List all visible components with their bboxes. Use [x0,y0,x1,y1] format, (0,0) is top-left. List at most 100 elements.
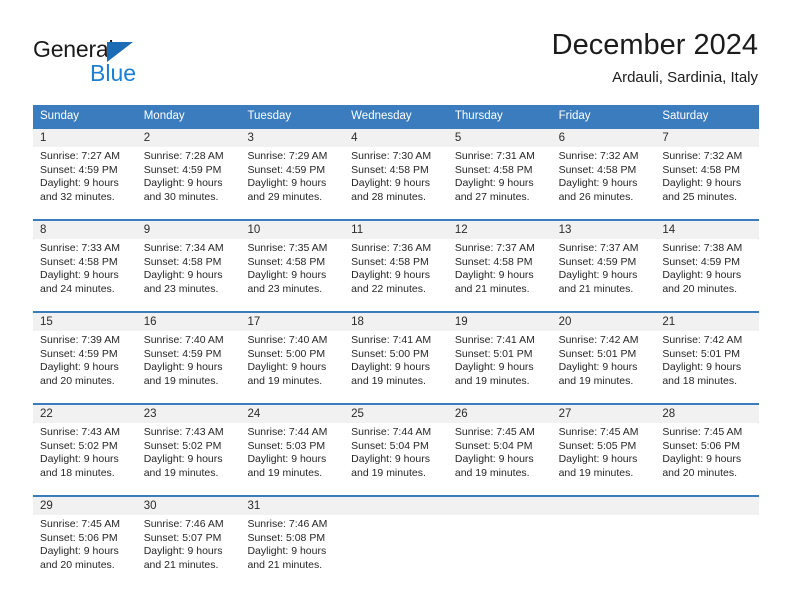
calendar-day-cell[interactable]: 30 Sunrise: 7:46 AM Sunset: 5:07 PM Dayligh… [136,497,241,579]
calendar-day-cell[interactable]: 28 Sunrise: 7:45 AM Sunset: 5:06 PM Dayligh… [655,405,760,487]
calendar-day-cell[interactable]: 21 Sunrise: 7:42 AM Sunset: 5:01 PM Dayligh… [655,313,760,395]
day-detail-line: Daylight: 9 hours [143,177,223,190]
calendar-week-row: 15 Sunrise: 7:39 AM Sunset: 4:59 PM Dayligh… [33,311,760,395]
day-detail-line: and 24 minutes. [40,282,115,295]
day-detail-line: Sunrise: 7:30 AM [351,150,432,162]
day-details [655,515,759,518]
calendar-day-cell[interactable]: 31 Sunrise: 7:46 AM Sunset: 5:08 PM Dayligh… [240,497,345,579]
calendar-day-cell[interactable]: 19 Sunrise: 7:41 AM Sunset: 5:01 PM Dayligh… [447,313,552,395]
calendar-week-row: 22 Sunrise: 7:43 AM Sunset: 5:02 PM Dayligh… [33,403,760,487]
day-number: 18 [344,313,448,331]
day-detail-line: Sunrise: 7:41 AM [351,334,432,346]
day-detail-line: and 19 minutes. [143,374,219,387]
calendar-day-cell[interactable]: 7 Sunrise: 7:32 AM Sunset: 4:58 PM Daylight… [655,129,760,211]
calendar-day-cell[interactable]: 26 Sunrise: 7:45 AM Sunset: 5:04 PM Dayligh… [447,405,552,487]
day-detail-line: and 20 minutes. [662,466,738,479]
calendar-day-cell[interactable]: 2 Sunrise: 7:28 AM Sunset: 4:59 PM Daylight… [136,129,241,211]
calendar-weeks: 1 Sunrise: 7:27 AM Sunset: 4:59 PM Daylight… [33,129,760,579]
calendar-day-cell[interactable]: 27 Sunrise: 7:45 AM Sunset: 5:05 PM Dayligh… [551,405,656,487]
day-detail-line: Sunrise: 7:44 AM [247,426,328,438]
calendar-day-cell[interactable]: 11 Sunrise: 7:36 AM Sunset: 4:58 PM Dayligh… [344,221,448,303]
day-detail-line: and 19 minutes. [454,466,530,479]
day-detail-line: Sunset: 5:02 PM [40,439,118,452]
weekday-header-friday: Friday [558,110,591,122]
day-detail-line: Sunset: 5:07 PM [143,531,222,544]
calendar-day-cell[interactable]: 1 Sunrise: 7:27 AM Sunset: 4:59 PM Daylight… [33,129,137,211]
day-number: 5 [447,129,552,147]
calendar-day-cell[interactable]: 4 Sunrise: 7:30 AM Sunset: 4:58 PM Daylight… [344,129,448,211]
day-details [344,515,448,518]
day-detail-line: Sunrise: 7:42 AM [662,334,743,346]
day-detail-line: Daylight: 9 hours [351,453,430,466]
day-detail-line: Sunset: 5:05 PM [558,439,637,452]
day-detail-line: and 22 minutes. [351,282,426,295]
day-detail-line: Daylight: 9 hours [143,269,223,282]
day-number: 9 [136,221,241,239]
calendar-day-cell[interactable]: 25 Sunrise: 7:44 AM Sunset: 5:04 PM Dayligh… [344,405,448,487]
day-detail-line: Sunrise: 7:27 AM [40,150,120,162]
day-details: Sunrise: 7:29 AM Sunset: 4:59 PM Daylight:… [240,147,344,204]
day-number: 25 [344,405,448,423]
day-detail-line: and 23 minutes. [247,282,323,295]
day-details: Sunrise: 7:28 AM Sunset: 4:59 PM Daylight:… [137,147,241,204]
calendar-day-cell[interactable]: 13 Sunrise: 7:37 AM Sunset: 4:59 PM Dayligh… [551,221,656,303]
day-detail-line: Sunset: 5:01 PM [454,347,533,360]
day-number: 12 [447,221,552,239]
calendar-day-cell[interactable]: 22 Sunrise: 7:43 AM Sunset: 5:02 PM Dayligh… [33,405,137,487]
calendar-day-cell[interactable]: 18 Sunrise: 7:41 AM Sunset: 5:00 PM Dayligh… [344,313,448,395]
calendar-day-cell[interactable]: 14 Sunrise: 7:38 AM Sunset: 4:59 PM Dayligh… [655,221,760,303]
day-detail-line: Sunrise: 7:41 AM [454,334,535,346]
day-detail-line: and 29 minutes. [247,190,323,203]
calendar-day-cell[interactable]: 6 Sunrise: 7:32 AM Sunset: 4:58 PM Daylight… [551,129,656,211]
page-title: December 2024 [551,29,758,61]
weekday-header-tuesday: Tuesday [247,110,292,122]
day-number: 14 [655,221,760,239]
day-detail-line: and 32 minutes. [40,190,115,203]
day-number: 29 [33,497,137,515]
calendar-week-row: 29 Sunrise: 7:45 AM Sunset: 5:06 PM Dayligh… [33,495,760,579]
day-detail-line: Sunrise: 7:39 AM [40,334,120,346]
day-detail-line: Sunrise: 7:31 AM [454,150,535,162]
calendar-day-cell[interactable]: 20 Sunrise: 7:42 AM Sunset: 5:01 PM Dayligh… [551,313,656,395]
day-detail-line: Sunset: 4:58 PM [247,255,326,268]
day-detail-line: and 19 minutes. [558,466,634,479]
day-number: 22 [33,405,137,423]
day-detail-line: Sunset: 5:06 PM [40,531,118,544]
calendar-day-cell[interactable]: 8 Sunrise: 7:33 AM Sunset: 4:58 PM Daylight… [33,221,137,303]
calendar-day-cell[interactable]: 23 Sunrise: 7:43 AM Sunset: 5:02 PM Dayligh… [136,405,241,487]
day-number [551,497,656,515]
day-detail-line: Sunrise: 7:44 AM [351,426,432,438]
weekday-header-thursday: Thursday [454,110,503,122]
day-detail-line: Sunrise: 7:42 AM [558,334,639,346]
day-number [655,497,760,515]
day-detail-line: Daylight: 9 hours [558,361,638,374]
day-detail-line: Sunset: 4:59 PM [40,163,118,176]
calendar-day-cell[interactable]: 9 Sunrise: 7:34 AM Sunset: 4:58 PM Daylight… [136,221,241,303]
day-detail-line: Daylight: 9 hours [558,453,638,466]
logo-triangle-icon [107,42,133,62]
day-detail-line: Sunset: 5:03 PM [247,439,326,452]
day-detail-line: Daylight: 9 hours [247,269,327,282]
day-details [552,515,656,518]
day-detail-line: and 20 minutes. [40,374,115,387]
day-detail-line: Daylight: 9 hours [351,361,430,374]
calendar-day-cell[interactable]: 12 Sunrise: 7:37 AM Sunset: 4:58 PM Dayligh… [447,221,552,303]
day-detail-line: Sunrise: 7:43 AM [40,426,120,438]
calendar-day-cell[interactable]: 10 Sunrise: 7:35 AM Sunset: 4:58 PM Dayligh… [240,221,345,303]
day-details: Sunrise: 7:34 AM Sunset: 4:58 PM Daylight:… [137,239,241,296]
logo-text-blue: Blue [90,60,137,86]
day-details: Sunrise: 7:43 AM Sunset: 5:02 PM Daylight:… [137,423,241,480]
calendar-day-cell[interactable]: 5 Sunrise: 7:31 AM Sunset: 4:58 PM Daylight… [447,129,552,211]
day-number: 2 [136,129,241,147]
day-number [447,497,552,515]
calendar-day-cell[interactable]: 29 Sunrise: 7:45 AM Sunset: 5:06 PM Dayligh… [33,497,137,579]
day-number: 27 [551,405,656,423]
day-detail-line: Daylight: 9 hours [40,453,119,466]
calendar-day-cell[interactable]: 17 Sunrise: 7:40 AM Sunset: 5:00 PM Dayligh… [240,313,345,395]
calendar-day-cell[interactable]: 24 Sunrise: 7:44 AM Sunset: 5:03 PM Dayligh… [240,405,345,487]
calendar-day-cell[interactable]: 15 Sunrise: 7:39 AM Sunset: 4:59 PM Dayligh… [33,313,137,395]
day-detail-line: Sunset: 5:01 PM [558,347,637,360]
calendar-day-cell[interactable]: 3 Sunrise: 7:29 AM Sunset: 4:59 PM Daylight… [240,129,345,211]
day-detail-line: Daylight: 9 hours [40,361,119,374]
calendar-day-cell[interactable]: 16 Sunrise: 7:40 AM Sunset: 4:59 PM Dayligh… [136,313,241,395]
